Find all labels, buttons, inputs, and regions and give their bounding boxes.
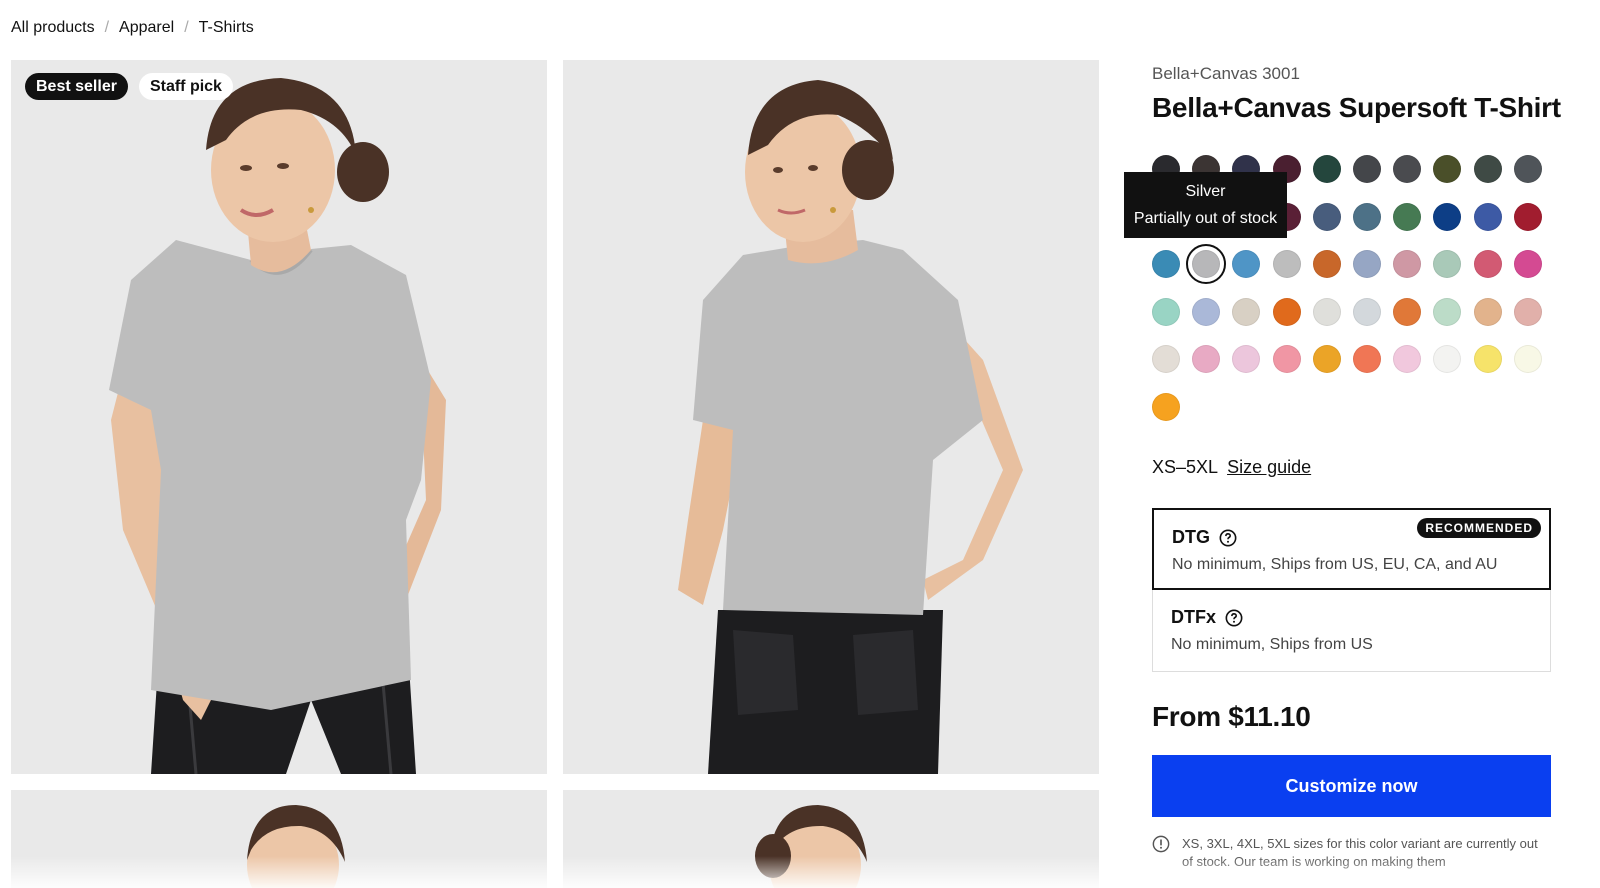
color-swatch[interactable] (1312, 345, 1341, 373)
color-swatch[interactable] (1232, 345, 1261, 373)
color-swatch[interactable] (1393, 297, 1422, 326)
color-swatch[interactable] (1513, 250, 1542, 278)
color-swatch[interactable] (1433, 155, 1462, 183)
color-swatch[interactable] (1513, 297, 1542, 326)
color-swatch[interactable] (1152, 250, 1180, 278)
model-back-illustration (678, 80, 1023, 774)
color-swatch[interactable] (1473, 250, 1502, 278)
color-swatch[interactable] (1433, 297, 1462, 326)
color-swatch[interactable] (1393, 250, 1422, 278)
color-swatch[interactable] (1232, 297, 1261, 326)
color-swatch[interactable] (1513, 155, 1542, 183)
size-guide-link[interactable]: Size guide (1227, 457, 1311, 478)
stock-notice-text: XS, 3XL, 4XL, 5XL sizes for this color v… (1182, 836, 1538, 869)
color-swatch[interactable] (1433, 345, 1462, 373)
size-range-label: XS–5XL (1152, 457, 1219, 477)
color-swatch[interactable] (1312, 297, 1341, 326)
print-option-name: DTFx (1171, 607, 1216, 627)
color-swatch[interactable] (1312, 250, 1341, 278)
color-swatch[interactable] (1312, 155, 1341, 183)
print-option-dtfx[interactable]: DTFx No minimum, Ships from US (1152, 590, 1551, 672)
product-image-back[interactable] (563, 60, 1099, 774)
print-option-name: DTG (1172, 527, 1210, 547)
print-option-description: No minimum, Ships from US (1171, 636, 1373, 653)
color-swatch[interactable] (1513, 202, 1542, 231)
color-swatch[interactable] (1272, 250, 1301, 278)
print-option-description: No minimum, Ships from US, EU, CA, and A… (1172, 556, 1498, 573)
print-option-title: DTG (1172, 527, 1237, 548)
product-image-detail-1[interactable] (11, 790, 547, 888)
color-swatch[interactable] (1393, 155, 1422, 183)
color-swatch[interactable] (1232, 250, 1261, 278)
tooltip-color-name: Silver (1185, 182, 1226, 200)
breadcrumb-all-products[interactable]: All products (11, 19, 95, 37)
color-swatch[interactable] (1352, 345, 1381, 373)
help-icon[interactable] (1219, 529, 1237, 547)
color-swatch[interactable] (1352, 202, 1381, 231)
recommended-badge: RECOMMENDED (1417, 518, 1541, 538)
image-badges: Best seller Staff pick (25, 73, 233, 100)
color-swatch[interactable] (1352, 250, 1381, 278)
color-swatch[interactable] (1186, 244, 1227, 284)
color-swatch[interactable] (1433, 250, 1462, 278)
breadcrumb: All products / Apparel / T-Shirts (11, 19, 254, 37)
breadcrumb-t-shirts[interactable]: T-Shirts (199, 19, 254, 37)
color-swatch[interactable] (1393, 202, 1422, 231)
model-detail-illustration (247, 805, 345, 888)
color-swatch[interactable] (1433, 202, 1462, 231)
color-swatch[interactable] (1352, 155, 1381, 183)
print-option-dtg[interactable]: DTG No minimum, Ships from US, EU, CA, a… (1152, 508, 1551, 590)
size-range: XS–5XL Size guide (1152, 457, 1311, 478)
color-swatch[interactable] (1152, 345, 1180, 373)
staff-pick-badge: Staff pick (138, 73, 233, 100)
model-detail-illustration (755, 805, 867, 888)
model-front-illustration (109, 78, 446, 774)
color-swatch[interactable] (1192, 297, 1221, 326)
tooltip-stock-status: Partially out of stock (1133, 209, 1278, 227)
breadcrumb-apparel[interactable]: Apparel (119, 19, 174, 37)
breadcrumb-separator: / (184, 19, 189, 36)
color-swatch[interactable] (1473, 155, 1502, 183)
color-swatch[interactable] (1192, 345, 1221, 373)
stock-notice: XS, 3XL, 4XL, 5XL sizes for this color v… (1152, 835, 1552, 871)
product-brand: Bella+Canvas 3001 (1152, 64, 1300, 83)
product-image-front[interactable] (11, 60, 547, 774)
product-image-detail-2[interactable] (563, 790, 1099, 888)
color-swatch[interactable] (1393, 345, 1422, 373)
color-swatch[interactable] (1473, 202, 1502, 231)
color-swatch[interactable] (1352, 297, 1381, 326)
help-icon[interactable] (1225, 609, 1243, 627)
color-tooltip: Silver Partially out of stock (1124, 172, 1287, 238)
color-swatch[interactable] (1152, 392, 1180, 421)
best-seller-badge: Best seller (25, 73, 128, 100)
product-title: Bella+Canvas Supersoft T-Shirt (1152, 92, 1561, 123)
info-alert-icon (1152, 835, 1170, 853)
color-swatch[interactable] (1272, 297, 1301, 326)
print-option-title: DTFx (1171, 607, 1243, 628)
color-swatch[interactable] (1272, 345, 1301, 373)
customize-now-button[interactable]: Customize now (1152, 755, 1551, 817)
product-info: Bella+Canvas 3001 Bella+Canvas Supersoft… (1152, 60, 1561, 124)
product-price: From $11.10 (1152, 701, 1311, 732)
breadcrumb-separator: / (104, 19, 110, 36)
color-swatch[interactable] (1513, 345, 1542, 373)
color-swatch[interactable] (1473, 345, 1502, 373)
color-swatch[interactable] (1473, 297, 1502, 326)
color-swatch[interactable] (1312, 202, 1341, 231)
color-swatch[interactable] (1152, 297, 1180, 326)
